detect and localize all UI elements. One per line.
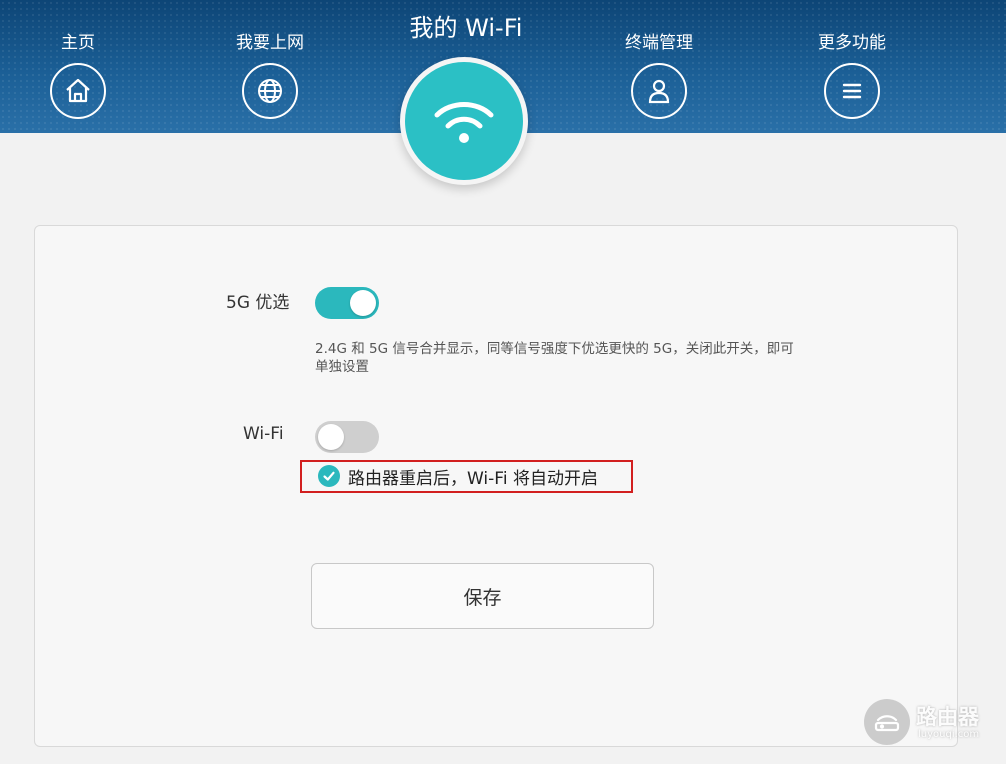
save-button[interactable]: 保存 <box>311 563 654 629</box>
menu-icon <box>824 63 880 119</box>
wifi-icon <box>405 62 523 180</box>
auto-on-checkbox[interactable] <box>318 465 340 487</box>
toggle-knob <box>318 424 344 450</box>
nav-label-more: 更多功能 <box>818 33 886 53</box>
watermark-title: 路由器 <box>916 705 979 729</box>
nav-label-internet: 我要上网 <box>236 33 304 53</box>
pref-5g-toggle[interactable] <box>315 287 379 319</box>
pref-5g-label: 5G 优选 <box>226 293 290 313</box>
nav-item-home[interactable]: 主页 <box>18 0 138 119</box>
watermark: 路由器 luyouqi.com <box>864 699 994 749</box>
home-icon <box>50 63 106 119</box>
auto-on-label: 路由器重启后，Wi-Fi 将自动开启 <box>348 469 598 489</box>
active-nav-title: 我的 Wi-Fi <box>409 14 523 42</box>
wifi-label: Wi-Fi <box>243 424 284 444</box>
check-icon <box>323 471 335 481</box>
globe-icon <box>242 63 298 119</box>
nav-label-devices: 终端管理 <box>625 33 693 53</box>
nav-item-my-wifi[interactable] <box>400 57 528 185</box>
nav-item-devices[interactable]: 终端管理 <box>599 0 719 119</box>
pref-5g-description: 2.4G 和 5G 信号合并显示，同等信号强度下优选更快的 5G，关闭此开关，即… <box>315 341 794 375</box>
wifi-toggle[interactable] <box>315 421 379 453</box>
nav-item-internet[interactable]: 我要上网 <box>210 0 330 119</box>
toggle-knob <box>350 290 376 316</box>
watermark-subtitle: luyouqi.com <box>918 729 980 740</box>
nav-item-more[interactable]: 更多功能 <box>792 0 912 119</box>
user-icon <box>631 63 687 119</box>
router-logo-icon <box>864 699 910 745</box>
nav-label-home: 主页 <box>61 33 95 53</box>
